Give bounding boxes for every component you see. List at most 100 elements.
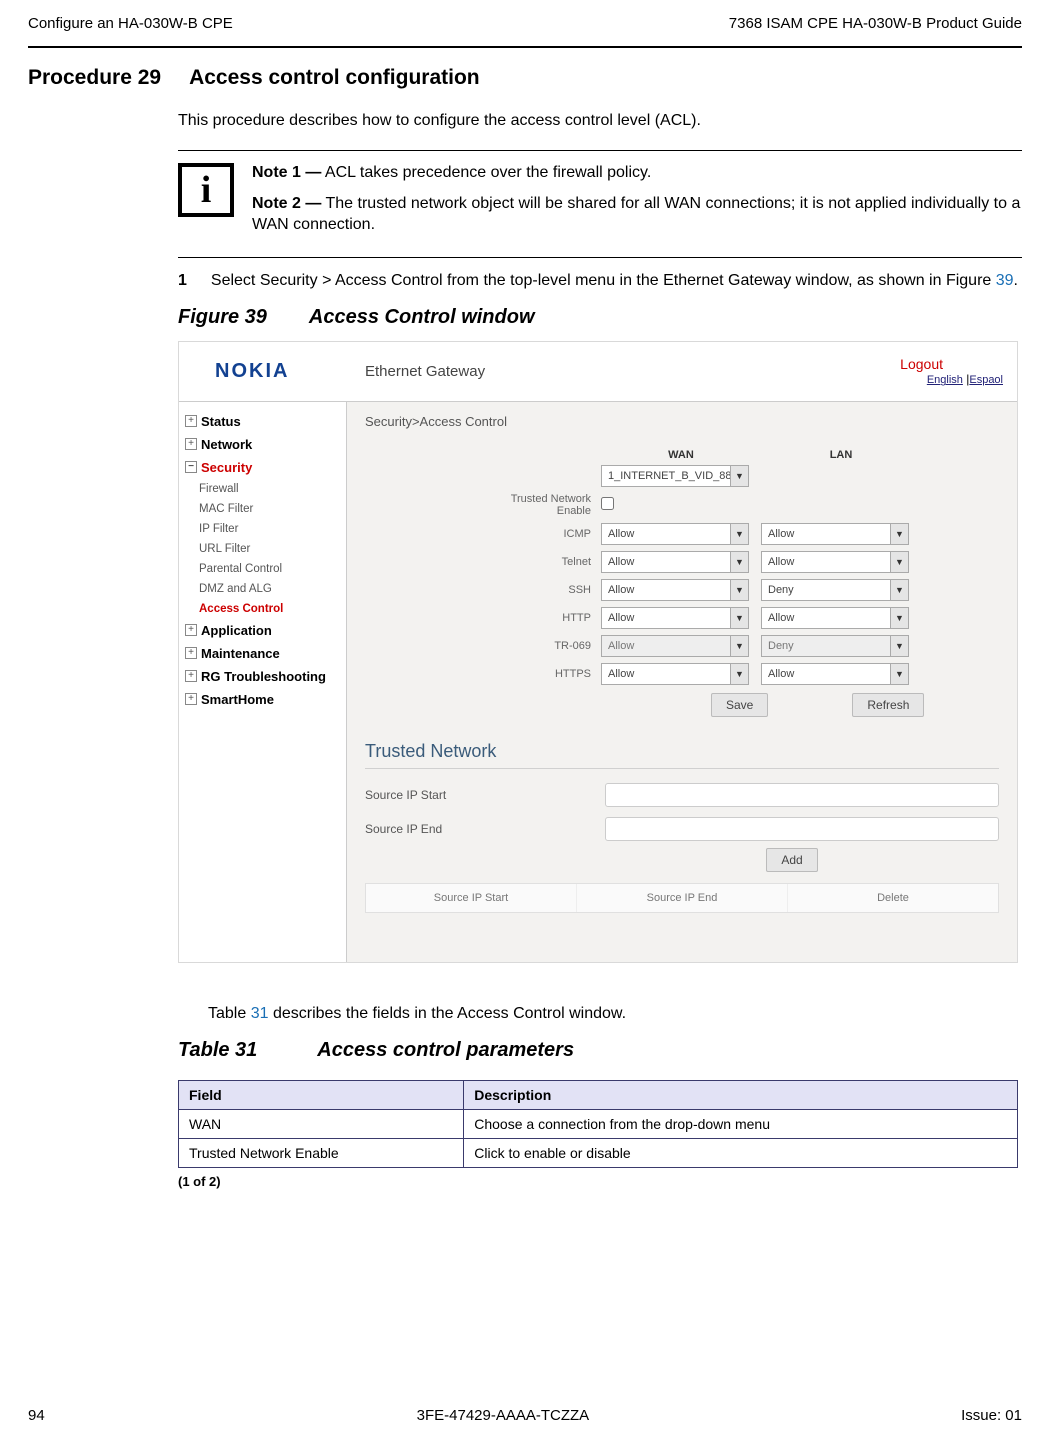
chevron-down-icon: ▼ xyxy=(890,524,908,544)
chevron-down-icon: ▼ xyxy=(730,580,748,600)
table-link[interactable]: 31 xyxy=(251,1005,269,1022)
sidebar-sub-parental[interactable]: Parental Control xyxy=(179,559,346,579)
logout-link[interactable]: Logout xyxy=(900,356,943,372)
procedure-label: Procedure 29 xyxy=(28,66,161,90)
table-row: Trusted Network Enable Click to enable o… xyxy=(179,1138,1018,1167)
ssh-wan-select[interactable]: Allow▼ xyxy=(601,579,749,601)
sidebar-sub-ip-filter[interactable]: IP Filter xyxy=(179,519,346,539)
chevron-down-icon: ▼ xyxy=(730,664,748,684)
expand-icon[interactable]: + xyxy=(185,438,197,450)
sidebar: +Status +Network −Security Firewall MAC … xyxy=(179,402,347,962)
breadcrumb: Security>Access Control xyxy=(365,414,999,429)
th-description: Description xyxy=(464,1080,1018,1109)
tn-col-source-end: Source IP End xyxy=(577,884,788,912)
tn-col-delete: Delete xyxy=(788,884,998,912)
row-label-icmp: ICMP xyxy=(475,528,601,540)
sidebar-item-security[interactable]: −Security xyxy=(179,456,346,479)
expand-icon[interactable]: + xyxy=(185,670,197,682)
chevron-down-icon: ▼ xyxy=(890,608,908,628)
row-label-http: HTTP xyxy=(475,612,601,624)
row-label-ssh: SSH xyxy=(475,584,601,596)
row-label-telnet: Telnet xyxy=(475,556,601,568)
https-lan-select[interactable]: Allow▼ xyxy=(761,663,909,685)
lang-espanol[interactable]: Espaol xyxy=(969,374,1003,386)
telnet-lan-select[interactable]: Allow▼ xyxy=(761,551,909,573)
intro-text: This procedure describes how to configur… xyxy=(178,112,1022,130)
table-label: Table 31 xyxy=(178,1039,257,1062)
chevron-down-icon: ▼ xyxy=(890,580,908,600)
tn-col-source-start: Source IP Start xyxy=(366,884,577,912)
src-ip-end-input[interactable] xyxy=(605,817,999,841)
doc-id: 3FE-47429-AAAA-TCZZA xyxy=(417,1407,590,1424)
table-row: WAN Choose a connection from the drop-do… xyxy=(179,1109,1018,1138)
nokia-logo: NOKIA xyxy=(179,360,347,383)
refresh-button[interactable]: Refresh xyxy=(852,693,924,717)
sidebar-sub-mac-filter[interactable]: MAC Filter xyxy=(179,499,346,519)
gateway-label: Ethernet Gateway xyxy=(347,363,900,380)
chevron-down-icon: ▼ xyxy=(890,664,908,684)
http-lan-select[interactable]: Allow▼ xyxy=(761,607,909,629)
step-text: Select Security > Access Control from th… xyxy=(211,270,1018,292)
icmp-wan-select[interactable]: Allow▼ xyxy=(601,523,749,545)
note1-text: ACL takes precedence over the firewall p… xyxy=(321,164,651,181)
figure-link[interactable]: 39 xyxy=(996,272,1014,289)
expand-icon[interactable]: + xyxy=(185,647,197,659)
page-number: 94 xyxy=(28,1407,45,1424)
th-field: Field xyxy=(179,1080,464,1109)
lang-english[interactable]: English xyxy=(927,374,963,386)
param-table: Field Description WAN Choose a connectio… xyxy=(178,1080,1018,1168)
sidebar-sub-dmz[interactable]: DMZ and ALG xyxy=(179,579,346,599)
sidebar-item-status[interactable]: +Status xyxy=(179,410,346,433)
info-icon: i xyxy=(178,163,234,217)
note2-label: Note 2 — xyxy=(252,195,321,212)
issue-number: Issue: 01 xyxy=(961,1407,1022,1424)
sidebar-item-maintenance[interactable]: +Maintenance xyxy=(179,642,346,665)
wan-connection-select[interactable]: 1_INTERNET_B_VID_88▼ xyxy=(601,465,749,487)
expand-icon[interactable]: + xyxy=(185,624,197,636)
table-pagenote: (1 of 2) xyxy=(178,1174,1022,1189)
note1-label: Note 1 — xyxy=(252,164,321,181)
col-header-wan: WAN xyxy=(601,449,761,461)
chevron-down-icon: ▼ xyxy=(730,636,748,656)
table-title: Access control parameters xyxy=(317,1039,574,1062)
table-intro: Table 31 describes the fields in the Acc… xyxy=(208,1005,1022,1023)
save-button[interactable]: Save xyxy=(711,693,768,717)
row-label-tr069: TR-069 xyxy=(475,640,601,652)
chevron-down-icon: ▼ xyxy=(890,636,908,656)
expand-icon[interactable]: + xyxy=(185,693,197,705)
add-button[interactable]: Add xyxy=(766,848,817,872)
figure-title: Access Control window xyxy=(309,306,535,329)
chevron-down-icon: ▼ xyxy=(730,608,748,628)
col-header-lan: LAN xyxy=(761,449,921,461)
note2-text: The trusted network object will be share… xyxy=(252,195,1020,233)
src-ip-end-label: Source IP End xyxy=(365,822,605,836)
src-ip-start-label: Source IP Start xyxy=(365,788,605,802)
ssh-lan-select[interactable]: Deny▼ xyxy=(761,579,909,601)
sidebar-item-network[interactable]: +Network xyxy=(179,433,346,456)
step-number: 1 xyxy=(178,270,187,292)
telnet-wan-select[interactable]: Allow▼ xyxy=(601,551,749,573)
row-label-https: HTTPS xyxy=(475,668,601,680)
chevron-down-icon: ▼ xyxy=(730,524,748,544)
tne-checkbox[interactable] xyxy=(601,497,614,510)
https-wan-select[interactable]: Allow▼ xyxy=(601,663,749,685)
header-left: Configure an HA-030W-B CPE xyxy=(28,15,233,32)
sidebar-sub-url-filter[interactable]: URL Filter xyxy=(179,539,346,559)
http-wan-select[interactable]: Allow▼ xyxy=(601,607,749,629)
chevron-down-icon: ▼ xyxy=(730,466,748,486)
figure-label: Figure 39 xyxy=(178,306,267,329)
sidebar-sub-firewall[interactable]: Firewall xyxy=(179,479,346,499)
collapse-icon[interactable]: − xyxy=(185,461,197,473)
tr069-wan-select: Allow▼ xyxy=(601,635,749,657)
icmp-lan-select[interactable]: Allow▼ xyxy=(761,523,909,545)
src-ip-start-input[interactable] xyxy=(605,783,999,807)
sidebar-sub-access-control[interactable]: Access Control xyxy=(179,599,346,619)
trusted-network-title: Trusted Network xyxy=(365,741,999,769)
sidebar-item-smarthome[interactable]: +SmartHome xyxy=(179,688,346,711)
procedure-title: Access control configuration xyxy=(189,66,480,90)
chevron-down-icon: ▼ xyxy=(730,552,748,572)
sidebar-item-application[interactable]: +Application xyxy=(179,619,346,642)
sidebar-item-rg[interactable]: +RG Troubleshooting xyxy=(179,665,346,688)
expand-icon[interactable]: + xyxy=(185,415,197,427)
chevron-down-icon: ▼ xyxy=(890,552,908,572)
